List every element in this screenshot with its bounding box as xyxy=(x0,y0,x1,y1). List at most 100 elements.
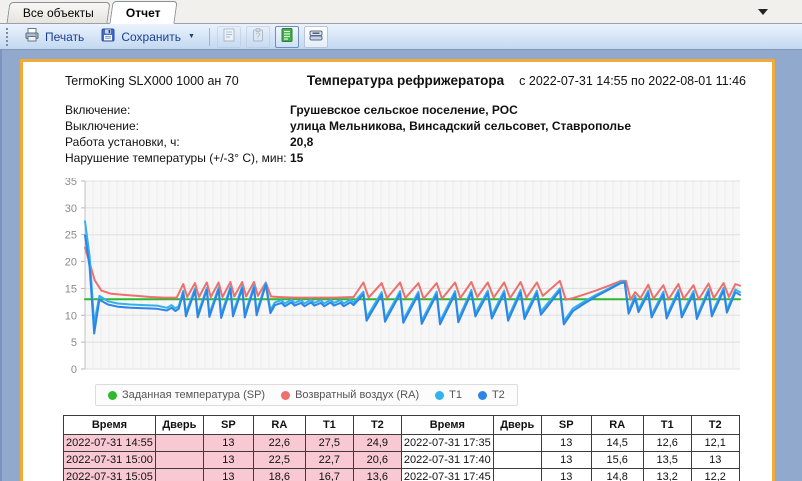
save-dropdown-arrow-icon[interactable]: ▼ xyxy=(188,33,195,40)
device-name: TermoKing SLX000 1000 ан 70 xyxy=(65,74,307,88)
table-column-header: SP xyxy=(541,416,591,435)
tab-report-label: Отчет xyxy=(126,6,161,20)
table-cell: 22,5 xyxy=(253,452,305,469)
page-title: Температура рефрижератора xyxy=(307,73,504,88)
svg-text:35: 35 xyxy=(65,178,77,188)
save-icon xyxy=(100,27,116,46)
legend-item: Возвратный воздух (RA) xyxy=(281,389,419,401)
table-cell: 13 xyxy=(691,452,739,469)
save-button[interactable]: Сохранить ▼ xyxy=(93,24,202,49)
table-cell: 13 xyxy=(541,435,591,452)
legend-label: T1 xyxy=(449,389,462,401)
svg-text:?: ? xyxy=(256,32,261,41)
table-cell xyxy=(155,469,203,481)
svg-text:0: 0 xyxy=(71,364,77,376)
legend-color-dot-icon xyxy=(108,391,117,400)
info-label: Нарушение температуры (+/-3° C), мин: xyxy=(65,150,290,166)
info-value: 20,8 xyxy=(290,134,313,150)
table-cell: 22,7 xyxy=(305,452,353,469)
table-cell xyxy=(155,452,203,469)
page-layout-button[interactable] xyxy=(304,26,328,48)
app-window: Все объекты Отчет Печать xyxy=(0,0,802,481)
document-lines-icon xyxy=(221,27,237,46)
info-label: Работа установки, ч: xyxy=(65,134,290,150)
info-row: Включение: Грушевское сельское поселение… xyxy=(65,102,772,118)
table-column-header: Дверь xyxy=(155,416,203,435)
toolbar: Печать Сохранить ▼ xyxy=(0,24,802,50)
clipboard-question-icon: ? xyxy=(250,27,266,46)
tab-all-objects-label: Все объекты xyxy=(23,6,94,20)
report-info-block: Включение: Грушевское сельское поселение… xyxy=(65,102,772,166)
printer-tray-icon xyxy=(308,27,324,46)
chart-legend: Заданная температура (SP) Возвратный возд… xyxy=(95,384,518,406)
table-cell: 12,2 xyxy=(691,469,739,481)
table-column-header: T2 xyxy=(691,416,739,435)
table-cell xyxy=(493,452,541,469)
tabs-overflow-chevron-icon[interactable] xyxy=(758,9,768,15)
info-row: Выключение: улица Мельникова, Винсадский… xyxy=(65,118,772,134)
table-column-header: SP xyxy=(203,416,253,435)
table-cell: 13,5 xyxy=(643,452,691,469)
legend-color-dot-icon xyxy=(435,391,444,400)
save-button-label: Сохранить xyxy=(121,30,181,44)
report-view-button[interactable] xyxy=(275,26,299,48)
report-settings-button xyxy=(217,26,241,48)
tab-report[interactable]: Отчет xyxy=(109,1,177,24)
info-row: Работа установки, ч: 20,8 xyxy=(65,134,772,150)
table-header-row: ВремяДверьSPRAT1T2ВремяДверьSPRAT1T2 xyxy=(64,416,740,435)
table-cell: 2022-07-31 14:55 xyxy=(64,435,156,452)
print-button-label: Печать xyxy=(45,30,84,44)
help-button: ? xyxy=(246,26,270,48)
table-cell: 15,6 xyxy=(591,452,643,469)
info-row: Нарушение температуры (+/-3° C), мин: 15 xyxy=(65,150,772,166)
legend-item: Заданная температура (SP) xyxy=(108,389,265,401)
report-table: ВремяДверьSPRAT1T2ВремяДверьSPRAT1T22022… xyxy=(63,415,740,481)
table-cell: 24,9 xyxy=(353,435,401,452)
legend-label: Возвратный воздух (RA) xyxy=(295,389,419,401)
table-cell: 2022-07-31 17:45 xyxy=(401,469,493,481)
temperature-chart: 05101520253035 Заданная температура (SP)… xyxy=(43,178,755,406)
printer-icon xyxy=(24,27,40,46)
table-cell: 14,5 xyxy=(591,435,643,452)
table-cell: 16,7 xyxy=(305,469,353,481)
table-cell: 13,2 xyxy=(643,469,691,481)
table-cell: 27,5 xyxy=(305,435,353,452)
table-cell: 2022-07-31 17:40 xyxy=(401,452,493,469)
table-cell: 20,6 xyxy=(353,452,401,469)
svg-text:5: 5 xyxy=(71,337,77,349)
table-cell: 13,6 xyxy=(353,469,401,481)
legend-color-dot-icon xyxy=(478,391,487,400)
legend-label: T2 xyxy=(492,389,505,401)
table-cell: 18,6 xyxy=(253,469,305,481)
table-row: 2022-07-31 15:001322,522,720,62022-07-31… xyxy=(64,452,740,469)
table-cell xyxy=(493,469,541,481)
table-column-header: T1 xyxy=(305,416,353,435)
report-date-range: с 2022-07-31 14:55 по 2022-08-01 11:46 xyxy=(504,74,746,88)
svg-text:10: 10 xyxy=(65,310,77,322)
table-cell: 14,8 xyxy=(591,469,643,481)
print-button[interactable]: Печать xyxy=(17,24,91,49)
chart-canvas: 05101520253035 xyxy=(43,178,755,376)
table-cell: 13 xyxy=(203,469,253,481)
legend-color-dot-icon xyxy=(281,391,290,400)
table-cell xyxy=(493,435,541,452)
table-cell: 13 xyxy=(541,452,591,469)
table-cell xyxy=(155,435,203,452)
report-viewport: TermoKing SLX000 1000 ан 70 Температура … xyxy=(0,50,802,481)
info-value: 15 xyxy=(290,150,303,166)
table-cell: 2022-07-31 15:00 xyxy=(64,452,156,469)
info-value: улица Мельникова, Винсадский сельсовет, … xyxy=(290,118,631,134)
legend-item: T1 xyxy=(435,389,462,401)
toolbar-grip[interactable] xyxy=(6,28,11,46)
toolbar-separator xyxy=(209,28,210,46)
report-page: TermoKing SLX000 1000 ан 70 Температура … xyxy=(20,59,775,481)
table-cell: 13 xyxy=(203,452,253,469)
table-cell: 12,1 xyxy=(691,435,739,452)
tab-all-objects[interactable]: Все объекты xyxy=(7,2,111,23)
info-label: Выключение: xyxy=(65,118,290,134)
legend-item: T2 xyxy=(478,389,505,401)
tab-strip: Все объекты Отчет xyxy=(0,0,802,24)
legend-label: Заданная температура (SP) xyxy=(122,389,265,401)
table-column-header: RA xyxy=(591,416,643,435)
report-header: TermoKing SLX000 1000 ан 70 Температура … xyxy=(65,73,746,88)
